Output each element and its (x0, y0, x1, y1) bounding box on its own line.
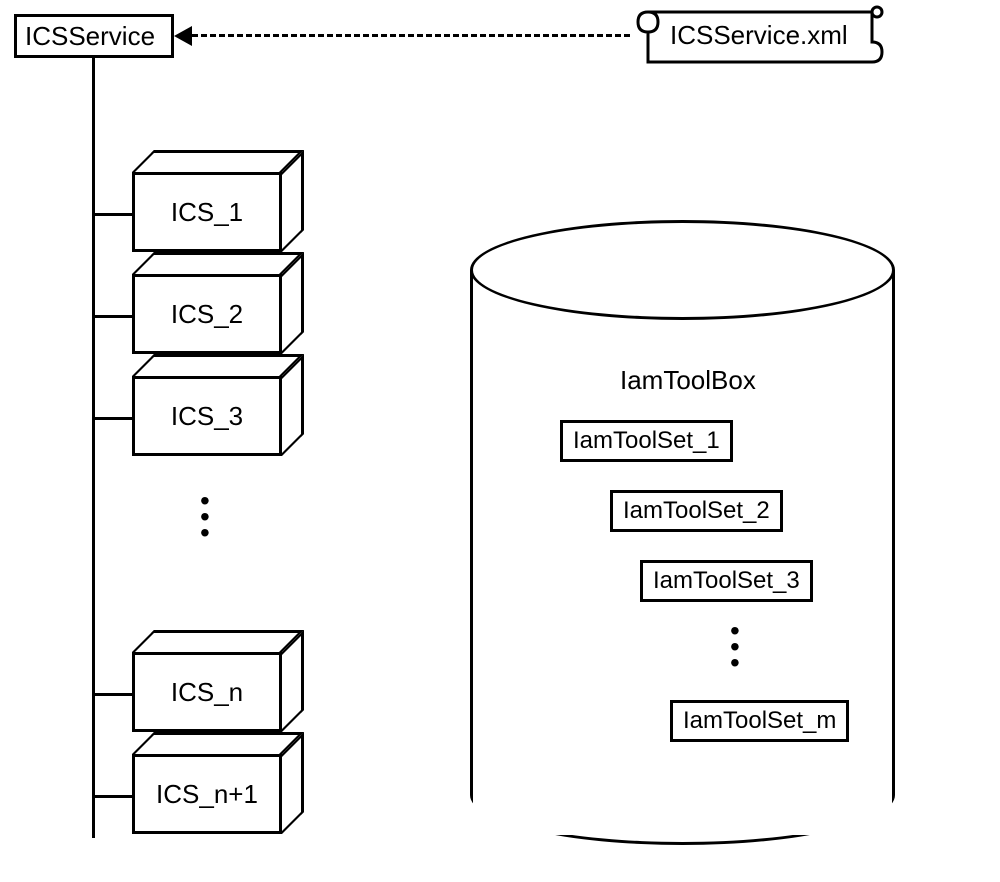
xml-document-scroll: ICSService.xml (630, 2, 890, 72)
diagram-canvas: { "service": { "root_label": "ICSService… (0, 0, 1000, 882)
ics-label-2: ICS_2 (171, 299, 243, 330)
ics-label-n: ICS_n (171, 677, 243, 708)
ics-cube-n1: ICS_n+1 (132, 732, 282, 812)
dashed-arrow-line (192, 34, 630, 37)
tree-branch-n (92, 693, 132, 696)
toolbox-cylinder: IamToolBox IamToolSet_1 IamToolSet_2 Iam… (470, 220, 895, 845)
ics-label-3: ICS_3 (171, 401, 243, 432)
ics-cube-n: ICS_n (132, 630, 282, 710)
toolset-1: IamToolSet_1 (560, 420, 733, 462)
ics-cube-2: ICS_2 (132, 252, 282, 332)
ics-label-n1: ICS_n+1 (156, 779, 258, 810)
tree-branch-2 (92, 315, 132, 318)
ics-ellipsis-dots: ••• (200, 490, 210, 544)
tree-branch-n1 (92, 795, 132, 798)
icsservice-root-box: ICSService (14, 14, 174, 58)
xml-document-label: ICSService.xml (670, 20, 848, 51)
tree-trunk-line (92, 58, 95, 838)
cylinder-top-ellipse (470, 220, 895, 320)
ics-label-1: ICS_1 (171, 197, 243, 228)
tree-branch-3 (92, 417, 132, 420)
toolset-3: IamToolSet_3 (640, 560, 813, 602)
ics-cube-3: ICS_3 (132, 354, 282, 434)
toolset-m: IamToolSet_m (670, 700, 849, 742)
toolbox-title: IamToolBox (620, 365, 756, 396)
ics-cube-1: ICS_1 (132, 150, 282, 230)
toolset-ellipsis-dots: ••• (730, 620, 740, 674)
arrow-head-icon (174, 26, 192, 46)
icsservice-root-label: ICSService (25, 21, 155, 52)
tree-branch-1 (92, 213, 132, 216)
toolset-2: IamToolSet_2 (610, 490, 783, 532)
